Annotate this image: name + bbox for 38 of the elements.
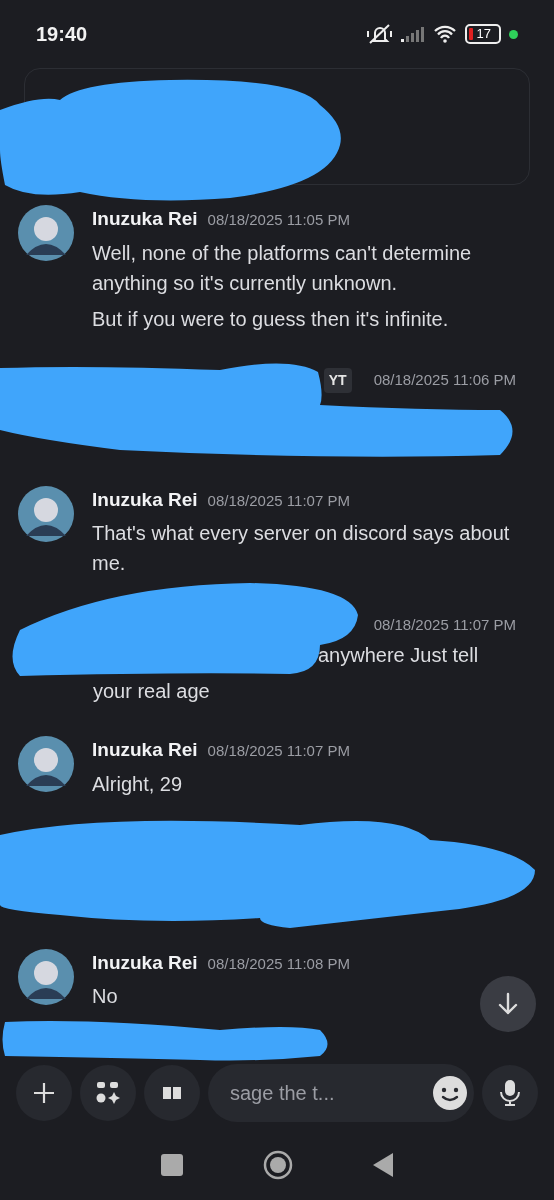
- username: Inuzuka Rei: [92, 207, 198, 231]
- username: Inuzuka Rei: [92, 487, 198, 512]
- battery-indicator: 17: [464, 24, 501, 44]
- emoji-icon[interactable]: [432, 1075, 468, 1111]
- avatar: [18, 948, 74, 1005]
- username: Inuzuka Rei: [92, 950, 198, 975]
- arrow-down-icon: [497, 992, 519, 1016]
- privacy-indicator-icon: [509, 29, 518, 39]
- wifi-icon: [432, 25, 457, 43]
- avatar: [18, 736, 74, 792]
- timestamp: 08/18/2025 11:08 PM: [207, 953, 350, 974]
- message-text: anywhere Just tell: [318, 643, 480, 668]
- username: Inuzuka Rei: [92, 738, 198, 762]
- timestamp: 08/18/2025 11:07 PM: [373, 614, 516, 635]
- timestamp: 08/18/2025 11:05 PM: [207, 210, 350, 230]
- timestamp: 08/18/2025 11:07 PM: [207, 741, 350, 761]
- message-text: Alright, 29: [92, 771, 184, 797]
- avatar: [18, 485, 74, 542]
- microphone-icon: [499, 1079, 521, 1107]
- message-text: No: [92, 984, 119, 1009]
- timestamp: 08/18/2025 11:06 PM: [373, 370, 516, 391]
- timestamp: 08/18/2025 11:07 PM: [207, 490, 350, 511]
- message-text: your real age: [93, 679, 211, 704]
- signal-icon: [400, 26, 425, 42]
- message-input[interactable]: sage the t...: [228, 1077, 432, 1109]
- message-text: That's what every server on discord says about me.: [92, 521, 511, 576]
- status-time: 19:40: [36, 22, 88, 47]
- message-field[interactable]: sage the t...: [208, 1064, 474, 1122]
- plus-icon: [33, 1082, 55, 1104]
- back-icon[interactable]: [373, 1153, 393, 1177]
- message-text: Well, none of the platforms can't determine anything so it's currently unknown.: [92, 240, 473, 296]
- home-icon[interactable]: [263, 1150, 293, 1180]
- avatar: [18, 205, 74, 261]
- message-text: But if you were to guess then it's infinite.: [92, 306, 450, 332]
- tag-badge: YT: [323, 368, 352, 393]
- apps-icon: [95, 1081, 121, 1105]
- scroll-down-button[interactable]: [480, 976, 536, 1032]
- mute-icon: [366, 23, 393, 45]
